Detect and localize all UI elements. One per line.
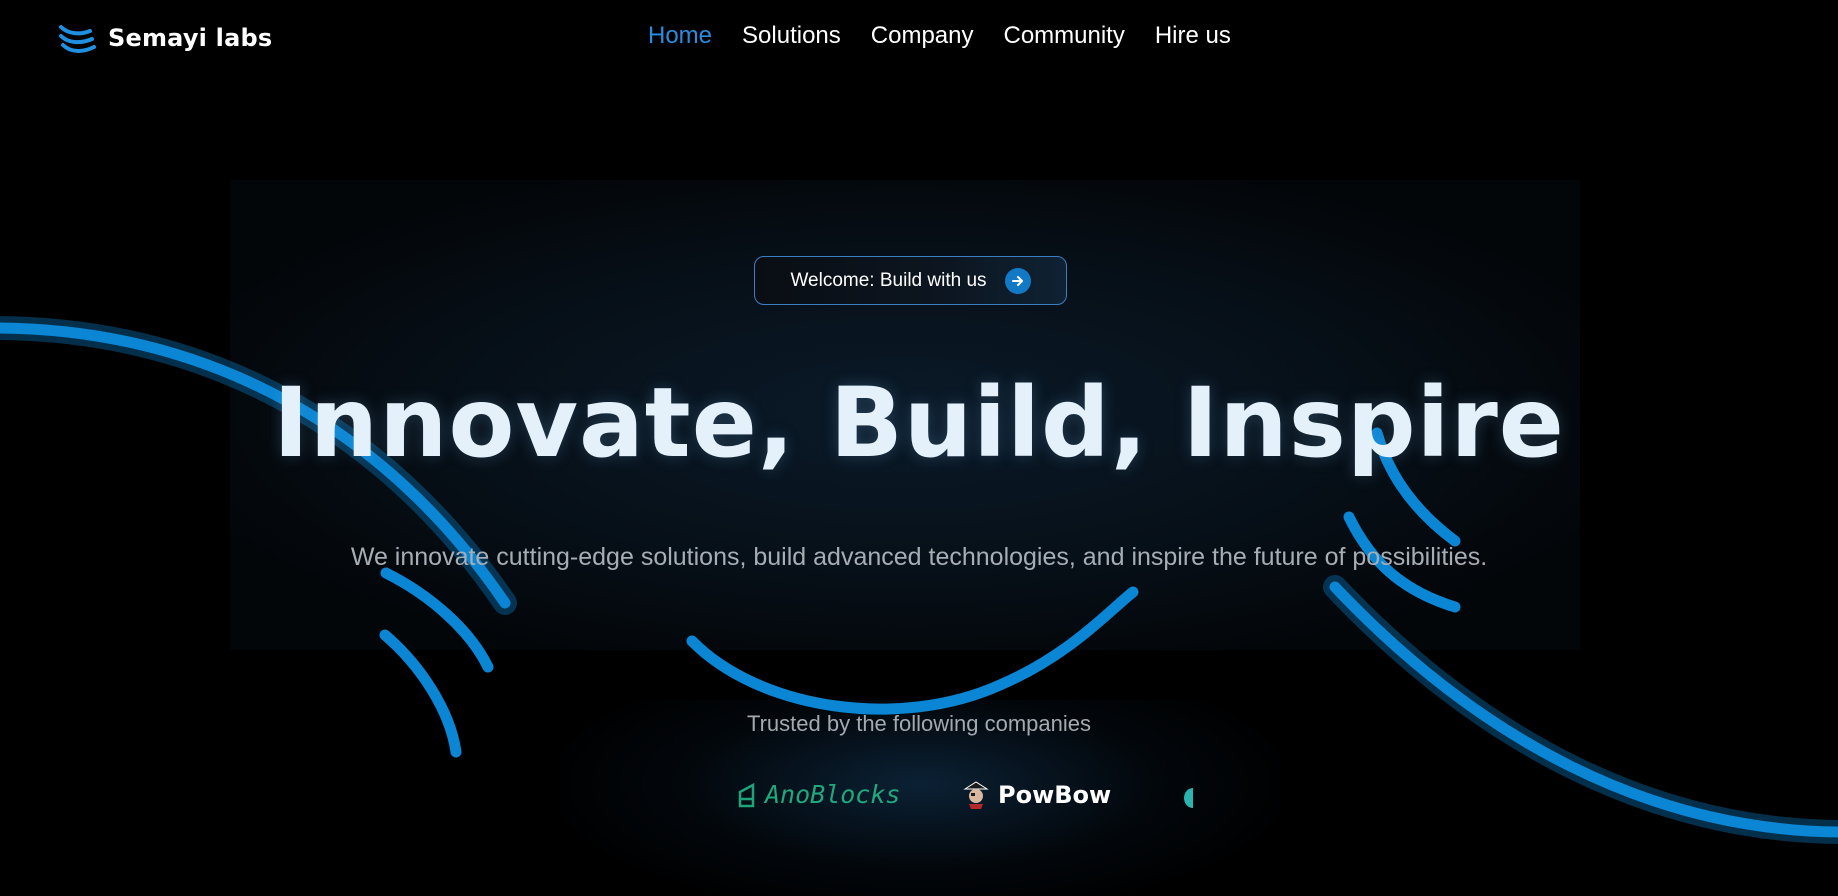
hero-headline: Innovate, Build, Inspire: [273, 367, 1565, 479]
brand-logo-link[interactable]: Semayi labs: [58, 22, 272, 54]
anoblocks-logo-icon: [738, 782, 755, 807]
nav-home[interactable]: Home: [648, 22, 712, 50]
nav-community[interactable]: Community: [1003, 22, 1124, 50]
company-logo-partial[interactable]: [1184, 788, 1193, 808]
nav-solutions[interactable]: Solutions: [742, 22, 841, 50]
brand-name: Semayi labs: [108, 24, 273, 52]
company-name: PowBow: [998, 781, 1112, 809]
main-nav: Home Solutions Company Community Hire us: [648, 22, 1231, 50]
wave-lines-icon: [59, 25, 96, 53]
pirate-mascot-icon: [963, 781, 989, 809]
welcome-pill-label: Welcome: Build with us: [790, 269, 987, 291]
welcome-build-with-us-button[interactable]: Welcome: Build with us: [754, 256, 1067, 305]
nav-company[interactable]: Company: [871, 22, 974, 50]
company-logo-powbow[interactable]: PowBow: [962, 780, 1111, 810]
page: Semayi labs Home Solutions Company Commu…: [0, 0, 1838, 896]
company-logos-carousel: AnoBlocks PowBow: [737, 780, 1193, 816]
company-name: AnoBlocks: [765, 780, 901, 809]
arrow-right-icon: [1004, 267, 1031, 294]
center-arc: [686, 586, 1139, 715]
trusted-heading: Trusted by the following companies: [746, 711, 1092, 736]
nav-hire-us[interactable]: Hire us: [1155, 22, 1231, 50]
right-big-arc: [1329, 581, 1838, 838]
hero-subtitle: We innovate cutting-edge solutions, buil…: [350, 543, 1488, 571]
partial-logo-icon: [1184, 788, 1193, 808]
top-navigation-bar: Semayi labs Home Solutions Company Commu…: [0, 0, 1838, 80]
company-logo-anoblocks[interactable]: AnoBlocks: [737, 780, 900, 809]
